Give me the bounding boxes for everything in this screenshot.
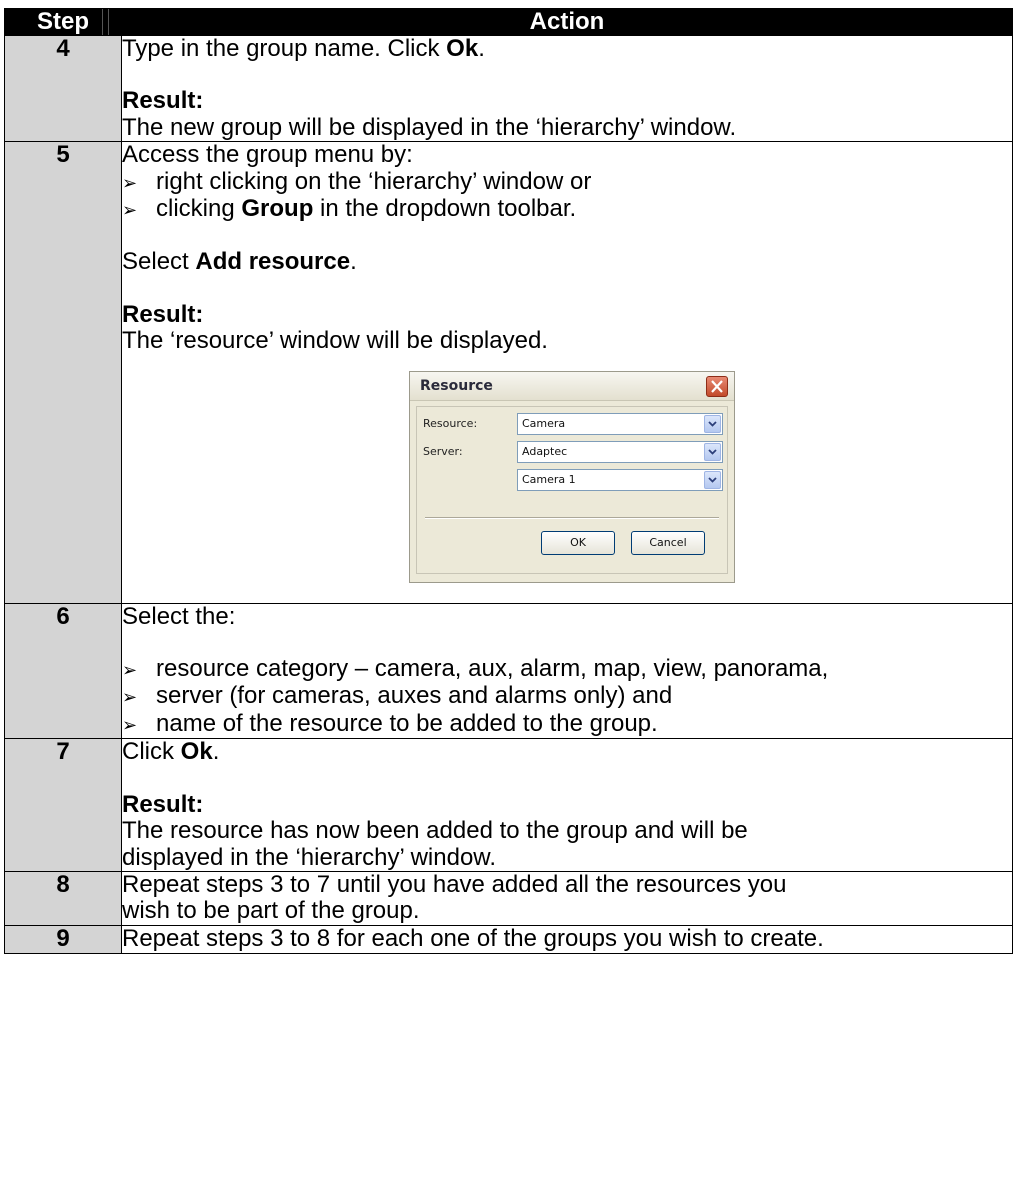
ui-term: Ok [446, 35, 479, 62]
arrow-bullet-icon: ➢ [122, 172, 138, 193]
list-item-text: in the dropdown toolbar. [313, 195, 577, 223]
server-select-value: Adaptec [522, 444, 568, 458]
instruction-line: Type in the group name. Click Ok. [122, 35, 1012, 62]
instruction-text: wish to be part of the group. [122, 897, 420, 925]
instruction-line: Select Add resource. [122, 249, 1012, 275]
chevron-down-icon[interactable] [704, 442, 721, 461]
dialog-title: Resource [420, 377, 493, 394]
instruction-text: Repeat steps 3 to 8 for each one of the … [122, 924, 824, 952]
instruction-text: Select the: [122, 602, 236, 630]
resource-select-value: Camera [522, 416, 566, 430]
list-item: ➢ name of the resource to be added to the… [122, 709, 1012, 738]
close-icon[interactable] [706, 375, 728, 397]
step-number: 6 [4, 602, 122, 740]
action-cell: Type in the group name. Click Ok. Result… [121, 34, 1013, 143]
resource-select[interactable]: Camera [517, 412, 723, 435]
arrow-bullet-icon: ➢ [122, 660, 138, 681]
result-label: Result: [122, 87, 204, 115]
action-cell: Access the group menu by: ➢ right clickin… [121, 141, 1013, 604]
list-item: ➢ clicking Group in the dropdown toolbar. [122, 195, 1012, 223]
dialog-separator [425, 516, 719, 519]
instruction-text: Click [122, 738, 181, 766]
step-number: 4 [4, 34, 122, 143]
procedure-table: Step Action 4 Type in the group name. Cl… [4, 8, 1013, 954]
table-header-row: Step Action [4, 8, 1013, 36]
action-cell: Repeat steps 3 to 7 until you have added… [121, 870, 1013, 926]
result-text: The resource has now been added to the g… [122, 817, 748, 845]
arrow-bullet-icon: ➢ [122, 714, 138, 735]
result-label: Result: [122, 300, 204, 328]
step-number: 7 [4, 738, 122, 872]
list-item-text: server (for cameras, auxes and alarms on… [156, 682, 673, 710]
list-item: ➢ right clicking on the ‘hierarchy’ windo… [122, 167, 1012, 196]
table-row: 4 Type in the group name. Click Ok. Resu… [4, 34, 1013, 143]
instruction-text: . [350, 248, 357, 276]
document-page: Step Action 4 Type in the group name. Cl… [0, 0, 1017, 1191]
table-row: 6 Select the: ➢ resource category – camer… [4, 602, 1013, 740]
cancel-button[interactable]: Cancel [631, 530, 705, 555]
action-cell: Repeat steps 3 to 8 for each one of the … [121, 924, 1013, 954]
list-item: ➢ resource category – camera, aux, alarm,… [122, 655, 1012, 683]
instruction-text: . [478, 35, 485, 62]
chevron-down-icon[interactable] [704, 470, 721, 489]
resource-dialog: Resource Resource: Camera Server: Adapte… [409, 370, 735, 583]
result-text: The ‘resource’ window will be displayed. [122, 327, 548, 355]
action-cell: Select the: ➢ resource category – camera,… [121, 602, 1013, 740]
instruction-text: Type in the group name. Click [122, 35, 447, 62]
instruction-text: Select [122, 248, 196, 276]
server-label: Server: [423, 444, 463, 458]
dialog-body: Resource: Camera Server: Adaptec Camera … [416, 405, 728, 574]
result-label: Result: [122, 790, 204, 818]
ui-term: Ok [180, 738, 213, 766]
resource-label: Resource: [423, 416, 478, 430]
action-cell: Click Ok. Result: The resource has now b… [121, 738, 1013, 872]
result-text: The new group will be displayed in the ‘… [122, 113, 737, 141]
item-select-value: Camera 1 [522, 472, 576, 486]
step-header-label: Step [36, 8, 89, 35]
action-column-header: Action [121, 8, 1013, 36]
table-row: 8 Repeat steps 3 to 7 until you have add… [4, 870, 1013, 926]
instruction-text: Repeat steps 3 to 7 until you have added… [122, 870, 787, 898]
step-number: 5 [4, 141, 122, 604]
step-number: 9 [4, 924, 122, 954]
dialog-titlebar: Resource [410, 371, 734, 401]
list-item-text: name of the resource to be added to the … [156, 709, 658, 737]
header-divider-lines [97, 9, 121, 35]
table-row: 7 Click Ok. Result: The resource has now… [4, 738, 1013, 872]
item-select[interactable]: Camera 1 [517, 468, 723, 491]
server-select[interactable]: Adaptec [517, 440, 723, 463]
arrow-bullet-icon: ➢ [122, 200, 138, 221]
table-row: 5 Access the group menu by: ➢ right click… [4, 141, 1013, 604]
step-number: 8 [4, 870, 122, 926]
instruction-text: . [212, 738, 220, 766]
instruction-line: Click Ok. [122, 739, 1012, 765]
list-item-text: right clicking on the ‘hierarchy’ window… [156, 167, 592, 195]
arrow-bullet-icon: ➢ [122, 687, 138, 708]
step-column-header: Step [4, 8, 122, 36]
list-item-text: clicking [156, 195, 242, 223]
instruction-text: Access the group menu by: [122, 141, 413, 169]
list-item-text: resource category – camera, aux, alarm, … [156, 655, 829, 683]
ui-term: Add resource [195, 248, 351, 276]
chevron-down-icon[interactable] [704, 414, 721, 433]
action-header-label: Action [529, 8, 605, 35]
ui-term: Group [241, 195, 314, 223]
result-text: displayed in the ‘hierarchy’ window. [122, 843, 496, 871]
ok-button[interactable]: OK [541, 530, 615, 555]
table-row: 9 Repeat steps 3 to 8 for each one of th… [4, 924, 1013, 954]
list-item: ➢ server (for cameras, auxes and alarms o… [122, 683, 1012, 710]
dialog-screenshot-area: Resource Resource: Camera Server: Adapte… [122, 355, 1012, 603]
